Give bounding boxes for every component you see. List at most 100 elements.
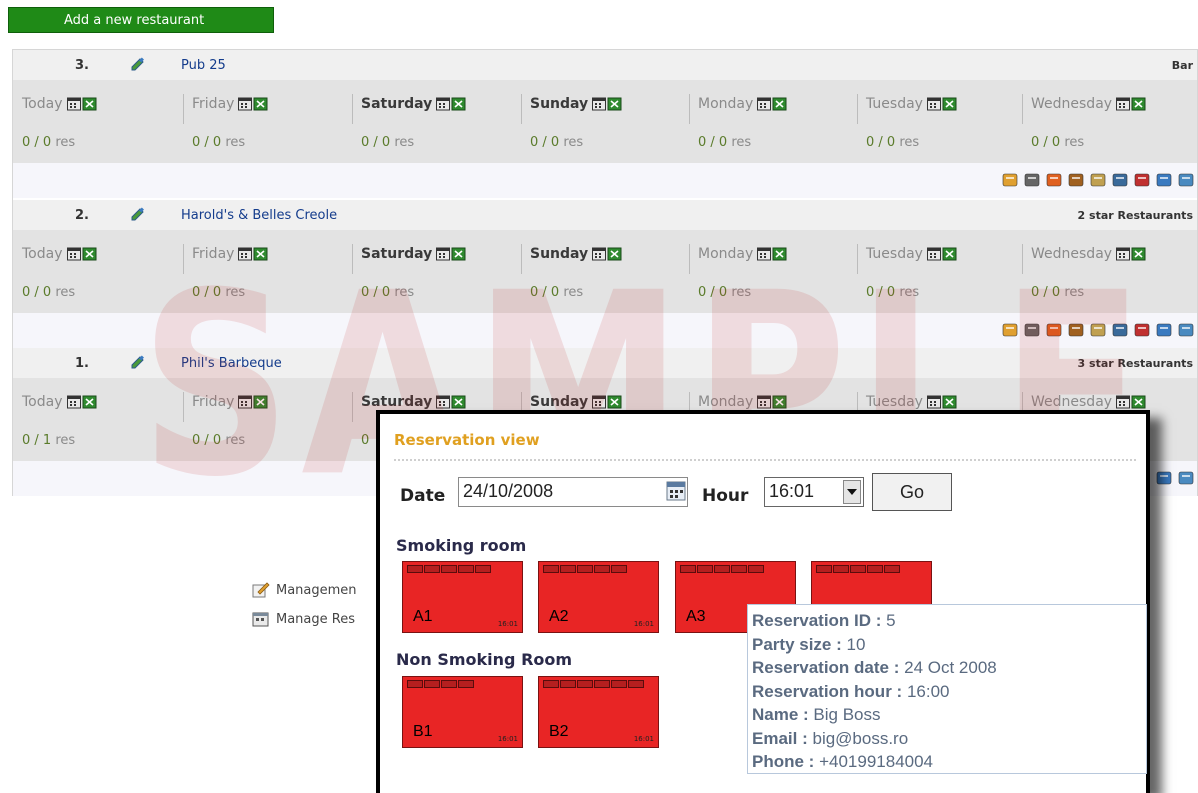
day-name: Wednesday: [1031, 394, 1113, 410]
edit-restaurant-icon[interactable]: [131, 57, 145, 71]
tool-icon[interactable]: [1001, 172, 1019, 188]
day-label: Wednesday: [1031, 246, 1146, 265]
calendar-export-icon[interactable]: [592, 97, 622, 115]
day-label: Sunday: [530, 246, 622, 265]
count-unit: res: [225, 135, 246, 150]
date-input[interactable]: 24/10/2008: [458, 477, 688, 507]
tool-icon[interactable]: [1111, 322, 1129, 338]
calendar-export-icon[interactable]: [757, 247, 787, 265]
non-smoking-room-title: Non Smoking Room: [396, 650, 573, 669]
table-seats: [407, 565, 491, 573]
calendar-export-icon[interactable]: [238, 395, 268, 413]
tool-icon[interactable]: [1089, 172, 1107, 188]
count-value: 0 / 0: [530, 285, 560, 300]
table-seats: [543, 565, 627, 573]
tool-icon[interactable]: [1089, 322, 1107, 338]
day-name: Monday: [698, 246, 754, 262]
edit-restaurant-icon[interactable]: [131, 355, 145, 369]
tool-icon[interactable]: [1045, 322, 1063, 338]
reservation-date-value: 24 Oct 2008: [904, 658, 997, 677]
email-value: big@boss.ro: [812, 728, 909, 748]
tool-icon[interactable]: [1155, 470, 1173, 486]
reservation-count: 0 / 0 res: [866, 285, 919, 300]
restaurant-name-link[interactable]: Harold's & Belles Creole: [181, 208, 337, 223]
manage-reservations-label: Manage Res: [276, 611, 355, 627]
count-value: 0 / 0: [866, 285, 896, 300]
day-name: Today: [22, 246, 63, 262]
table-b1[interactable]: B1 16:01: [402, 676, 523, 748]
calendar-export-icon[interactable]: [926, 97, 957, 115]
calendar-export-icon[interactable]: [926, 247, 957, 265]
calendar-export-icon[interactable]: [436, 97, 466, 115]
seat-icon: [731, 565, 747, 573]
count-value: 0 / 0: [1031, 285, 1061, 300]
management-link[interactable]: Managemen: [252, 582, 357, 598]
tool-icon[interactable]: [1023, 322, 1041, 338]
restaurant-title-row: 1. Phil's Barbeque 3 star Restaurants: [13, 348, 1197, 378]
tool-icon[interactable]: [1133, 172, 1151, 188]
calendar-export-icon[interactable]: [66, 395, 97, 413]
day-name: Saturday: [361, 394, 433, 410]
reservation-count: 0 / 0 res: [530, 135, 583, 150]
calendar-export-icon[interactable]: [436, 247, 466, 265]
tool-icon[interactable]: [1155, 172, 1173, 188]
tool-icon[interactable]: [1177, 322, 1195, 338]
manage-reservations-link[interactable]: Manage Res: [252, 611, 355, 627]
count-unit: res: [731, 285, 752, 300]
tool-icon[interactable]: [1177, 172, 1195, 188]
table-b2[interactable]: B2 16:01: [538, 676, 659, 748]
chevron-down-icon[interactable]: [843, 480, 861, 504]
table-a2[interactable]: A2 16:01: [538, 561, 659, 633]
reservation-hour-value: 16:00: [906, 681, 950, 701]
divider: [352, 392, 353, 422]
go-button[interactable]: Go: [872, 473, 952, 511]
calendar-picker-icon[interactable]: [666, 481, 686, 501]
seat-icon: [543, 680, 559, 688]
seat-icon: [560, 680, 576, 688]
reservation-id-value: 5: [886, 611, 896, 630]
seat-icon: [577, 565, 593, 573]
tool-icon[interactable]: [1067, 172, 1085, 188]
tool-icon[interactable]: [1111, 172, 1129, 188]
calendar-export-icon[interactable]: [238, 247, 268, 265]
table-a1[interactable]: A1 16:01: [402, 561, 523, 633]
calendar-export-icon[interactable]: [66, 247, 97, 265]
add-restaurant-button[interactable]: Add a new restaurant: [8, 7, 274, 33]
reservation-date-label: Reservation date :: [752, 658, 900, 677]
restaurant-name-link[interactable]: Phil's Barbeque: [181, 356, 282, 371]
day-name: Friday: [192, 246, 235, 262]
reservation-count: 0 / 0 res: [530, 285, 583, 300]
calendar-export-icon[interactable]: [66, 97, 97, 115]
email-label: Email :: [752, 728, 808, 748]
tool-icon[interactable]: [1177, 470, 1195, 486]
restaurant-type: Bar: [1171, 59, 1193, 72]
tool-icon[interactable]: [1045, 172, 1063, 188]
seat-icon: [628, 680, 644, 688]
day-name: Sunday: [530, 96, 589, 112]
divider: [689, 244, 690, 274]
tool-icon[interactable]: [1001, 322, 1019, 338]
restaurant-name-link[interactable]: Pub 25: [181, 58, 226, 73]
calendar-export-icon[interactable]: [1116, 247, 1146, 265]
tool-icon[interactable]: [1067, 322, 1085, 338]
calendar-export-icon[interactable]: [592, 247, 622, 265]
calendar-export-icon[interactable]: [1116, 97, 1146, 115]
tool-icon[interactable]: [1133, 322, 1151, 338]
reservation-count: 0 / 0 res: [192, 285, 245, 300]
calendar-export-icon[interactable]: [757, 97, 787, 115]
hour-value: 16:01: [769, 481, 815, 501]
day-label: Today: [22, 246, 97, 265]
edit-restaurant-icon[interactable]: [131, 207, 145, 221]
reservation-count: 0 / 0 res: [698, 285, 751, 300]
day-name: Wednesday: [1031, 96, 1113, 112]
tools-row: [13, 163, 1197, 198]
tool-icon[interactable]: [1155, 322, 1173, 338]
reservation-count: 0 / 0 res: [698, 135, 751, 150]
party-size-value: 10: [846, 634, 866, 654]
name-value: Big Boss: [813, 705, 881, 724]
count-unit: res: [899, 285, 920, 300]
tool-icon[interactable]: [1023, 172, 1041, 188]
calendar-export-icon[interactable]: [238, 97, 268, 115]
hour-select[interactable]: 16:01: [764, 477, 864, 507]
count-value: 0 / 0: [530, 135, 560, 150]
